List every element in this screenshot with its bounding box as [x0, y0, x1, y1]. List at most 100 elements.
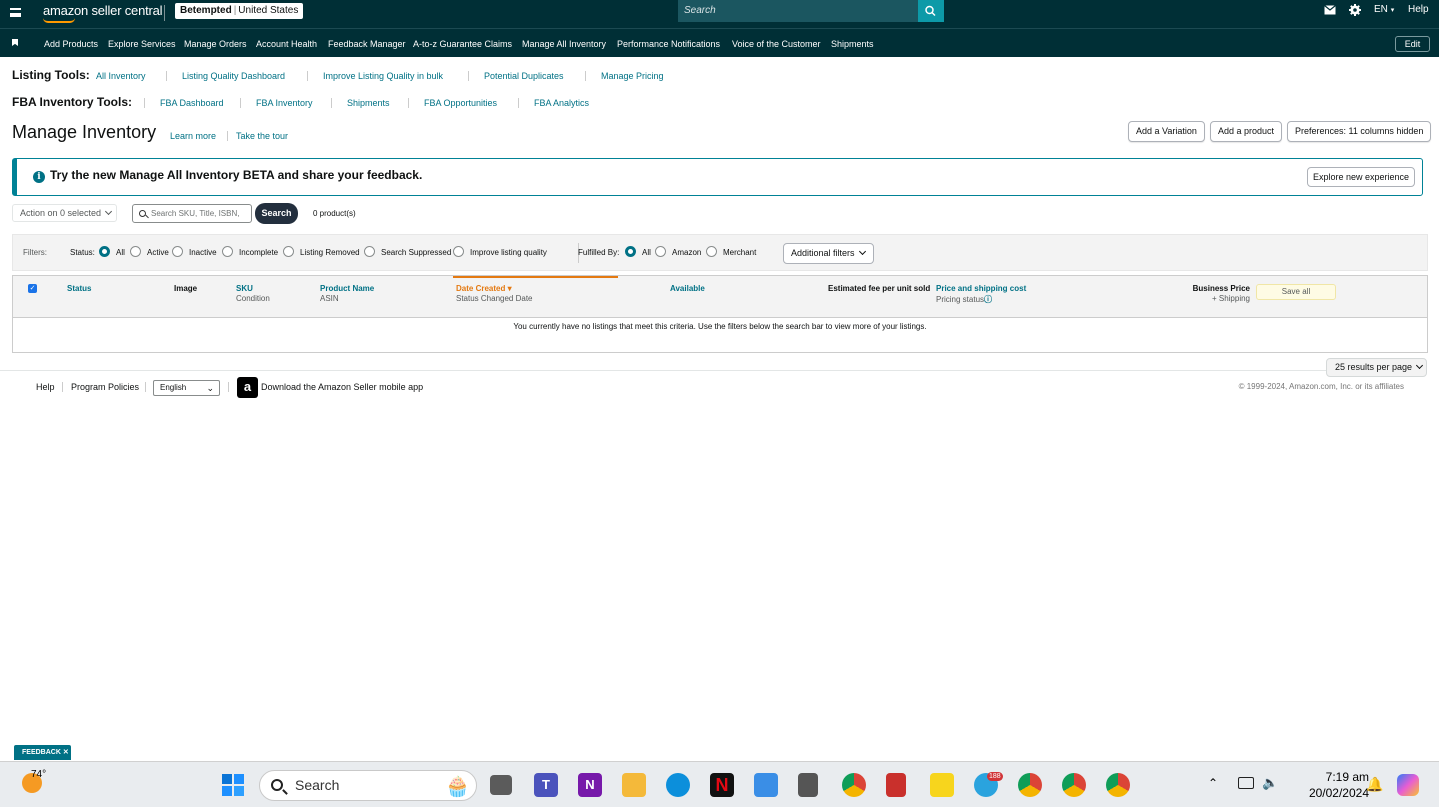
status-radio-search-suppressed[interactable]	[364, 246, 375, 257]
notification-bell-icon[interactable]: 🔔	[1366, 776, 1383, 793]
tool-manage-pricing[interactable]: Manage Pricing	[601, 71, 664, 81]
notepad-icon[interactable]	[754, 773, 778, 797]
col-status[interactable]: Status	[67, 284, 91, 293]
fulfilled-radio-merchant[interactable]	[706, 246, 717, 257]
col-price-shipping[interactable]: Price and shipping cost Pricing statusⓘ	[936, 284, 1026, 305]
save-all-button[interactable]: Save all	[1256, 284, 1336, 300]
add-variation-button[interactable]: Add a Variation	[1128, 121, 1205, 142]
nav-a-to-z-claims[interactable]: A-to-z Guarantee Claims	[413, 39, 512, 49]
inventory-search-input[interactable]: Search SKU, Title, ISBN,	[132, 204, 252, 223]
language-selector[interactable]: EN ▾	[1374, 4, 1394, 15]
status-radio-listing-removed[interactable]	[283, 246, 294, 257]
network-icon[interactable]	[1238, 777, 1254, 789]
col-product-name[interactable]: Product Name ASIN	[320, 284, 374, 303]
status-option-listing-removed[interactable]: Listing Removed	[300, 248, 360, 257]
seller-central-logo[interactable]: amazon seller central	[43, 3, 163, 23]
status-option-active[interactable]: Active	[147, 248, 169, 257]
status-radio-active[interactable]	[130, 246, 141, 257]
edit-nav-button[interactable]: Edit	[1395, 36, 1430, 52]
results-per-page-select[interactable]: 25 results per page	[1326, 358, 1427, 377]
tool-all-inventory[interactable]: All Inventory	[96, 71, 146, 81]
tool-potential-duplicates[interactable]: Potential Duplicates	[484, 71, 564, 81]
preferences-button[interactable]: Preferences: 11 columns hidden	[1287, 121, 1432, 142]
explore-new-experience-button[interactable]: Explore new experience	[1307, 167, 1415, 187]
chevron-up-icon[interactable]: ⌃	[1208, 776, 1218, 790]
fulfilled-radio-all[interactable]	[625, 246, 636, 257]
select-all-checkbox[interactable]: ✓	[28, 284, 37, 293]
inventory-search-button[interactable]: Search	[255, 203, 298, 224]
footer-language-select[interactable]: English ⌄	[153, 380, 220, 396]
mail-icon[interactable]	[1324, 5, 1336, 15]
fulfilled-option-all[interactable]: All	[642, 248, 651, 257]
chrome-profile-icon[interactable]	[1018, 773, 1042, 797]
status-option-search-suppressed[interactable]: Search Suppressed	[381, 248, 451, 257]
col-date-created[interactable]: Date Created ▾ Status Changed Date	[456, 284, 533, 303]
nav-voice-of-customer[interactable]: Voice of the Customer	[732, 39, 821, 49]
status-radio-improve-quality[interactable]	[453, 246, 464, 257]
task-view-icon[interactable]	[490, 775, 512, 795]
footer-program-policies-link[interactable]: Program Policies	[71, 382, 139, 392]
nav-shipments[interactable]: Shipments	[831, 39, 874, 49]
file-explorer-icon[interactable]	[622, 773, 646, 797]
col-sku[interactable]: SKU Condition	[236, 284, 270, 303]
store-selector[interactable]: Betempted | United States	[175, 3, 304, 19]
nav-explore-services[interactable]: Explore Services	[108, 39, 176, 49]
chrome-profile-icon[interactable]	[1106, 773, 1130, 797]
status-radio-all[interactable]	[99, 246, 110, 257]
nav-manage-orders[interactable]: Manage Orders	[184, 39, 247, 49]
global-search-input[interactable]: Search	[678, 0, 918, 22]
fulfilled-option-merchant[interactable]: Merchant	[723, 248, 756, 257]
volume-icon[interactable]: 🔈	[1262, 775, 1278, 791]
onenote-icon[interactable]: N	[578, 773, 602, 797]
fba-opportunities-link[interactable]: FBA Opportunities	[424, 98, 497, 108]
nav-add-products[interactable]: Add Products	[44, 39, 98, 49]
footer-help-link[interactable]: Help	[36, 382, 55, 392]
status-option-incomplete[interactable]: Incomplete	[239, 248, 278, 257]
sticky-notes-icon[interactable]	[930, 773, 954, 797]
snipping-tool-icon[interactable]	[886, 773, 906, 797]
nav-manage-all-inventory[interactable]: Manage All Inventory	[522, 39, 606, 49]
chrome-icon[interactable]	[842, 773, 866, 797]
help-link[interactable]: Help	[1408, 4, 1429, 15]
chrome-profile-icon[interactable]	[1062, 773, 1086, 797]
fulfilled-radio-amazon[interactable]	[655, 246, 666, 257]
windows-start-icon[interactable]	[222, 774, 244, 796]
learn-more-link[interactable]: Learn more	[170, 131, 216, 141]
bulk-action-select[interactable]: Action on 0 selected	[12, 204, 117, 222]
nav-account-health[interactable]: Account Health	[256, 39, 317, 49]
tool-listing-quality-dashboard[interactable]: Listing Quality Dashboard	[182, 71, 285, 81]
bookmark-icon[interactable]	[12, 39, 18, 46]
gear-icon[interactable]	[1349, 4, 1361, 16]
calculator-icon[interactable]	[798, 773, 818, 797]
status-option-inactive[interactable]: Inactive	[189, 248, 217, 257]
add-product-button[interactable]: Add a product	[1210, 121, 1283, 142]
fba-analytics-link[interactable]: FBA Analytics	[534, 98, 589, 108]
amazon-app-icon[interactable]: a	[237, 377, 258, 398]
fulfilled-option-amazon[interactable]: Amazon	[672, 248, 701, 257]
taskbar-clock[interactable]: 7:19 am 20/02/2024	[1305, 769, 1369, 801]
close-icon[interactable]: ✕	[63, 749, 69, 756]
nav-performance-notifications[interactable]: Performance Notifications	[617, 39, 720, 49]
status-radio-incomplete[interactable]	[222, 246, 233, 257]
fba-dashboard-link[interactable]: FBA Dashboard	[160, 98, 224, 108]
status-option-improve-quality[interactable]: Improve listing quality	[470, 248, 547, 257]
col-available[interactable]: Available	[670, 284, 705, 293]
netflix-icon[interactable]: N	[710, 773, 734, 797]
menu-icon[interactable]	[10, 8, 21, 17]
fba-inventory-link[interactable]: FBA Inventory	[256, 98, 313, 108]
feedback-tab[interactable]: FEEDBACK ✕	[14, 745, 71, 760]
status-radio-inactive[interactable]	[172, 246, 183, 257]
fba-shipments-link[interactable]: Shipments	[347, 98, 390, 108]
info-icon[interactable]: ⓘ	[984, 295, 992, 304]
download-app-link[interactable]: Download the Amazon Seller mobile app	[261, 382, 423, 392]
copilot-icon[interactable]	[1397, 774, 1419, 796]
nav-feedback-manager[interactable]: Feedback Manager	[328, 39, 406, 49]
edge-icon[interactable]	[666, 773, 690, 797]
global-search-button[interactable]	[918, 0, 944, 22]
taskbar-search[interactable]: Search 🧁	[259, 770, 477, 801]
tool-improve-listing-quality[interactable]: Improve Listing Quality in bulk	[323, 71, 443, 81]
teams-icon[interactable]: T	[534, 773, 558, 797]
additional-filters-button[interactable]: Additional filters	[783, 243, 874, 264]
status-option-all[interactable]: All	[116, 248, 125, 257]
take-tour-link[interactable]: Take the tour	[236, 131, 288, 141]
